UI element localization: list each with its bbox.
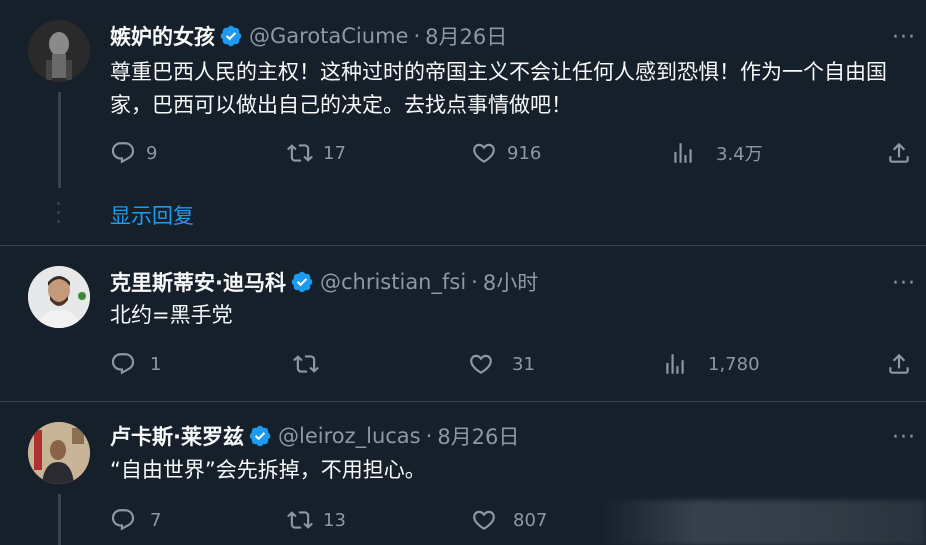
tweet-header: 嫉妒的女孩 @GarotaCiume · 8月26日	[110, 20, 507, 52]
like-count: 807	[513, 509, 548, 531]
display-name[interactable]: 克里斯蒂安·迪马科	[110, 267, 286, 297]
avatar[interactable]	[28, 266, 90, 328]
reply-button[interactable]: 9	[110, 140, 157, 166]
share-button[interactable]	[886, 351, 912, 377]
avatar[interactable]	[28, 20, 90, 82]
tweet-text: 尊重巴西人民的主权！这种过时的帝国主义不会让任何人感到恐惧！作为一个自由国家，巴…	[110, 60, 887, 117]
views-count: 3.4万	[716, 144, 763, 165]
views-icon	[662, 351, 688, 377]
like-count: 916	[507, 142, 542, 164]
avatar-image	[28, 20, 90, 82]
like-icon	[471, 140, 497, 166]
reply-button[interactable]: 7	[110, 507, 161, 533]
show-replies-link[interactable]: 显示回复	[110, 200, 194, 230]
more-icon[interactable]: ···	[892, 273, 916, 295]
blurred-region	[600, 500, 926, 545]
reply-icon	[110, 351, 136, 377]
like-button[interactable]: 916	[471, 140, 541, 166]
user-handle[interactable]: @christian_fsi	[320, 270, 466, 294]
verified-badge-icon	[248, 424, 272, 448]
avatar-image	[28, 266, 90, 328]
retweet-button[interactable]: 17	[287, 140, 346, 166]
avatar-image	[28, 422, 90, 484]
timestamp[interactable]: 8月26日	[425, 21, 507, 51]
tweet-text: 北约=黑手党	[110, 303, 233, 327]
thread-dots	[56, 202, 62, 229]
views-button[interactable]: 3.4万	[670, 140, 763, 166]
more-icon[interactable]: ···	[892, 427, 916, 449]
user-handle[interactable]: @GarotaCiume	[249, 24, 408, 48]
like-icon	[468, 351, 494, 377]
display-name[interactable]: 卢卡斯·莱罗兹	[110, 421, 244, 451]
separator-dot: ·	[425, 424, 433, 448]
reply-count: 7	[150, 509, 162, 531]
reply-icon	[110, 140, 136, 166]
separator-dot: ·	[413, 24, 421, 48]
tweet-actions: 9 17 916 3.4万	[0, 140, 926, 170]
separator-dot: ·	[471, 270, 478, 294]
display-name[interactable]: 嫉妒的女孩	[110, 21, 215, 51]
share-button[interactable]	[886, 140, 912, 166]
retweet-icon	[287, 140, 313, 166]
more-icon[interactable]: ···	[892, 27, 916, 49]
verified-badge-icon	[219, 24, 243, 48]
tweet-actions: 1 31 1,780	[0, 351, 926, 381]
views-icon	[670, 140, 696, 166]
views-count: 1,780	[708, 353, 760, 375]
tweet[interactable]: 克里斯蒂安·迪马科 @christian_fsi · 8小时 ··· 北约=黑手…	[0, 246, 926, 401]
views-button[interactable]: 1,780	[662, 351, 760, 377]
retweet-count: 13	[323, 509, 346, 531]
tweet[interactable]: 嫉妒的女孩 @GarotaCiume · 8月26日 ··· 尊重巴西人民的主权…	[0, 0, 926, 245]
share-icon	[886, 351, 912, 377]
verified-badge-icon	[290, 270, 314, 294]
tweet-header: 克里斯蒂安·迪马科 @christian_fsi · 8小时	[110, 266, 538, 298]
retweet-icon	[287, 507, 313, 533]
retweet-button[interactable]: 13	[287, 507, 346, 533]
retweet-button[interactable]	[293, 351, 319, 377]
tweet-header: 卢卡斯·莱罗兹 @leiroz_lucas · 8月26日	[110, 420, 519, 452]
tweet-text: “自由世界”会先拆掉，不用担心。	[110, 458, 426, 482]
avatar[interactable]	[28, 422, 90, 484]
retweet-count: 17	[323, 142, 346, 164]
timestamp[interactable]: 8月26日	[437, 421, 519, 451]
timestamp[interactable]: 8小时	[483, 267, 538, 297]
like-icon	[471, 507, 497, 533]
reply-count: 1	[150, 353, 162, 375]
like-button[interactable]: 31	[468, 351, 535, 377]
share-icon	[886, 140, 912, 166]
user-handle[interactable]: @leiroz_lucas	[278, 424, 421, 448]
retweet-icon	[293, 351, 319, 377]
reply-count: 9	[146, 142, 158, 164]
reply-icon	[110, 507, 136, 533]
like-button[interactable]: 807	[471, 507, 547, 533]
like-count: 31	[512, 353, 535, 375]
reply-button[interactable]: 1	[110, 351, 161, 377]
